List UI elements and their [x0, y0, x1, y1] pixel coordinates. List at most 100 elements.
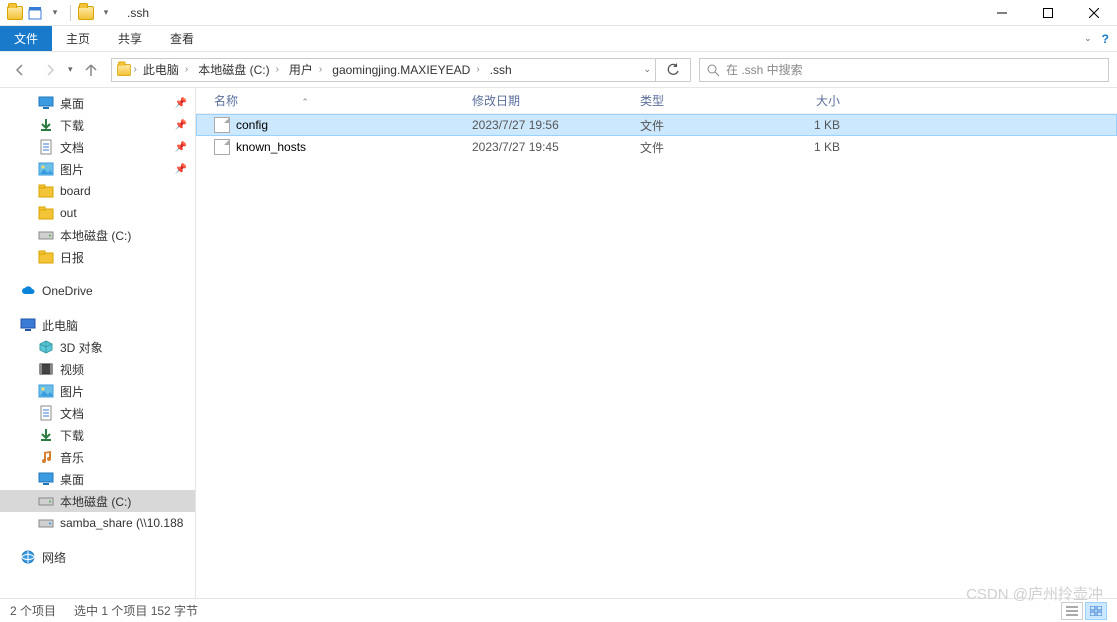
sidebar-item[interactable]: 下载 📌: [0, 114, 195, 136]
sidebar-item[interactable]: 文档: [0, 402, 195, 424]
title-dropdown-icon[interactable]: ▾: [97, 4, 115, 22]
refresh-button[interactable]: [660, 63, 686, 77]
statusbar: 2 个项目 选中 1 个项目 152 字节: [0, 598, 1117, 622]
tab-view[interactable]: 查看: [156, 26, 208, 51]
sidebar-item-label: 文档: [60, 139, 84, 156]
chevron-right-icon[interactable]: ›: [134, 64, 137, 75]
folder-icon: [77, 4, 95, 22]
qat-dropdown-icon[interactable]: ▾: [46, 4, 64, 22]
sidebar-item-label: 图片: [60, 161, 84, 178]
search-icon: [706, 63, 720, 77]
sidebar-item-label: 桌面: [60, 95, 84, 112]
sidebar-item-label: samba_share (\\10.188: [60, 516, 183, 530]
file-size: 1 KB: [760, 118, 840, 132]
sidebar-item[interactable]: 本地磁盘 (C:): [0, 490, 195, 512]
tab-file[interactable]: 文件: [0, 26, 52, 51]
sidebar-item[interactable]: 图片: [0, 380, 195, 402]
sidebar-item[interactable]: out: [0, 202, 195, 224]
pin-icon: 📌: [175, 142, 187, 153]
sidebar-item-label: 此电脑: [42, 317, 78, 334]
minimize-button[interactable]: [979, 0, 1025, 26]
breadcrumb[interactable]: .ssh: [486, 63, 516, 77]
column-headers[interactable]: 名称 ⌃ 修改日期 类型 大小: [196, 88, 1117, 114]
music-icon: [38, 449, 54, 465]
help-icon[interactable]: ?: [1102, 32, 1109, 46]
sidebar-item-label: 桌面: [60, 471, 84, 488]
breadcrumb[interactable]: 此电脑›: [139, 61, 192, 78]
sidebar-item-label: OneDrive: [42, 284, 93, 298]
sidebar-item-label: 图片: [60, 383, 84, 400]
address-bar[interactable]: › 此电脑› 本地磁盘 (C:)› 用户› gaomingjing.MAXIEY…: [111, 58, 691, 82]
sidebar-item-label: 下载: [60, 117, 84, 134]
drive-icon: [38, 227, 54, 243]
maximize-button[interactable]: [1025, 0, 1071, 26]
tab-home[interactable]: 主页: [52, 26, 104, 51]
view-icons-button[interactable]: [1085, 602, 1107, 620]
qat-props-icon[interactable]: [26, 4, 44, 22]
sidebar-item[interactable]: samba_share (\\10.188: [0, 512, 195, 534]
breadcrumb[interactable]: 用户›: [285, 61, 326, 78]
breadcrumb[interactable]: 本地磁盘 (C:)›: [194, 61, 283, 78]
doc-icon: [38, 405, 54, 421]
sidebar-item-label: 下载: [60, 427, 84, 444]
folder-icon: [38, 183, 54, 199]
sidebar-item[interactable]: 3D 对象: [0, 336, 195, 358]
doc-icon: [38, 139, 54, 155]
sidebar-item[interactable]: 音乐: [0, 446, 195, 468]
sidebar-item[interactable]: 日报: [0, 246, 195, 268]
sidebar-item-label: out: [60, 206, 77, 220]
sidebar-item-label: 网络: [42, 549, 66, 566]
selection-info: 选中 1 个项目 152 字节: [74, 602, 198, 619]
sidebar-item-label: 视频: [60, 361, 84, 378]
pin-icon: 📌: [175, 164, 187, 175]
view-details-button[interactable]: [1061, 602, 1083, 620]
back-button[interactable]: [8, 58, 32, 82]
sidebar-item[interactable]: 图片 📌: [0, 158, 195, 180]
desktop-icon: [38, 471, 54, 487]
folder-icon: [6, 4, 24, 22]
separator: [70, 5, 71, 21]
sidebar-item-label: 日报: [60, 249, 84, 266]
file-row[interactable]: known_hosts2023/7/27 19:45文件1 KB: [196, 136, 1117, 158]
sidebar-item[interactable]: OneDrive: [0, 280, 195, 302]
drive-icon: [38, 493, 54, 509]
file-size: 1 KB: [760, 140, 840, 154]
file-type: 文件: [640, 117, 760, 134]
up-button[interactable]: [79, 58, 103, 82]
forward-button[interactable]: [38, 58, 62, 82]
network-icon: [20, 549, 36, 565]
sidebar-item[interactable]: 此电脑: [0, 314, 195, 336]
sidebar-item[interactable]: 本地磁盘 (C:): [0, 224, 195, 246]
close-button[interactable]: [1071, 0, 1117, 26]
3d-icon: [38, 339, 54, 355]
file-list[interactable]: config2023/7/27 19:56文件1 KBknown_hosts20…: [196, 114, 1117, 598]
sidebar-item[interactable]: board: [0, 180, 195, 202]
sidebar-item[interactable]: 桌面📌: [0, 92, 195, 114]
navbar: ▾ › 此电脑› 本地磁盘 (C:)› 用户› gaomingjing.MAXI…: [0, 52, 1117, 88]
pin-icon: 📌: [175, 120, 187, 131]
sidebar-item-label: 音乐: [60, 449, 84, 466]
sidebar-item-label: board: [60, 184, 91, 198]
search-placeholder: 在 .ssh 中搜索: [726, 61, 803, 78]
file-date: 2023/7/27 19:56: [472, 118, 640, 132]
sidebar-item[interactable]: 文档 📌: [0, 136, 195, 158]
sidebar-item[interactable]: 视频: [0, 358, 195, 380]
search-input[interactable]: 在 .ssh 中搜索: [699, 58, 1109, 82]
sidebar-item[interactable]: 下载: [0, 424, 195, 446]
breadcrumb[interactable]: gaomingjing.MAXIEYEAD›: [328, 63, 483, 77]
titlebar: ▾ ▾ .ssh: [0, 0, 1117, 26]
file-type: 文件: [640, 139, 760, 156]
address-dropdown-icon[interactable]: ⌄: [643, 64, 651, 75]
history-dropdown-icon[interactable]: ▾: [68, 64, 73, 75]
sidebar-item-label: 3D 对象: [60, 339, 103, 356]
sort-indicator-icon[interactable]: ⌃: [301, 97, 309, 107]
sidebar-item[interactable]: 网络: [0, 546, 195, 568]
tab-share[interactable]: 共享: [104, 26, 156, 51]
item-count: 2 个项目: [10, 602, 56, 619]
file-row[interactable]: config2023/7/27 19:56文件1 KB: [196, 114, 1117, 136]
pc-icon: [20, 317, 36, 333]
content-area: 名称 ⌃ 修改日期 类型 大小 config2023/7/27 19:56文件1…: [196, 88, 1117, 598]
sidebar-item-label: 文档: [60, 405, 84, 422]
ribbon-expand-icon[interactable]: ⌄: [1084, 33, 1092, 44]
sidebar-item[interactable]: 桌面: [0, 468, 195, 490]
